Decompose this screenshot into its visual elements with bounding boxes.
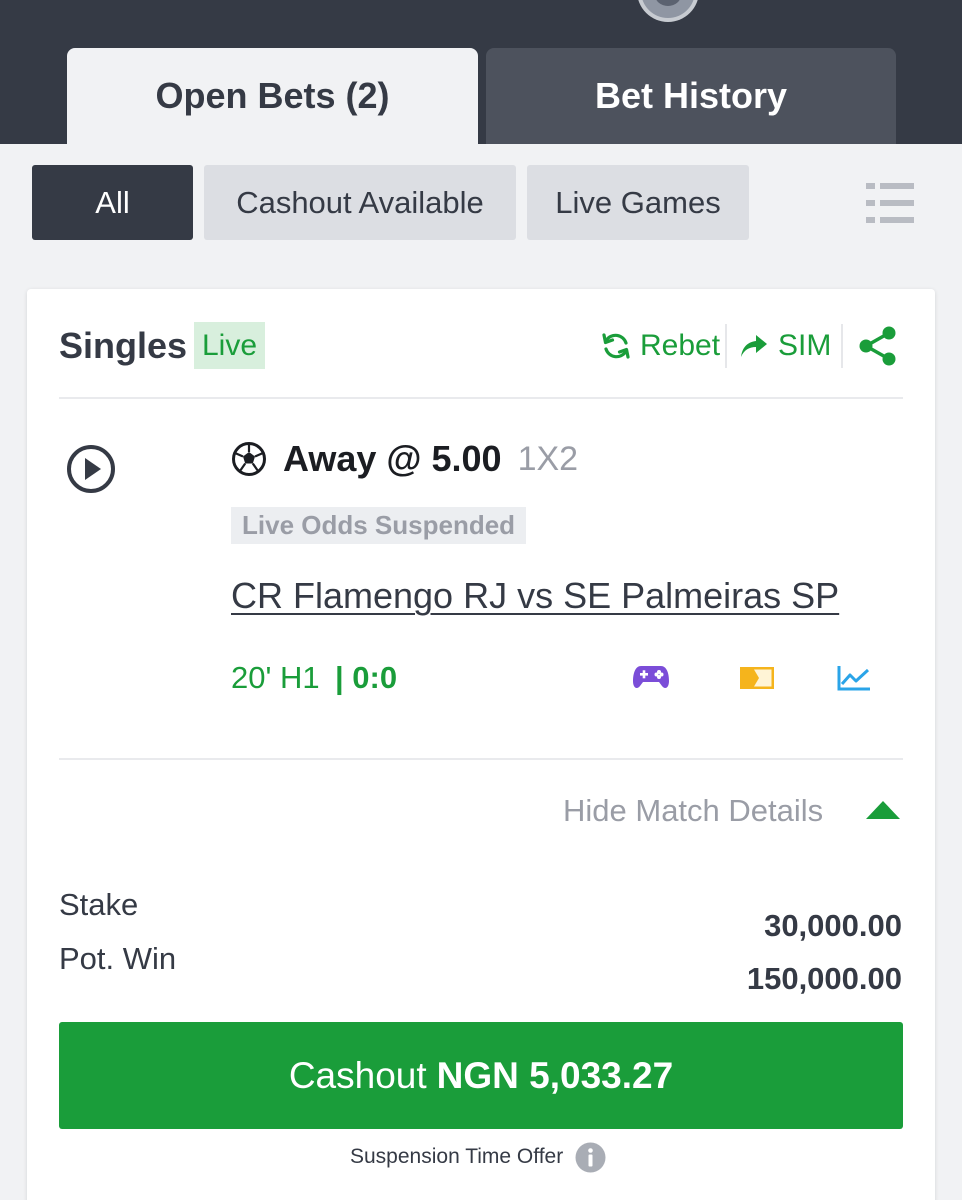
cashout-amount: NGN 5,033.27 — [436, 1054, 674, 1096]
action-divider — [841, 324, 843, 368]
share-icon[interactable] — [856, 324, 900, 368]
potential-win-value: 150,000.00 — [746, 961, 902, 996]
avatar[interactable] — [637, 0, 699, 22]
hide-match-details-button[interactable]: Hide Match Details — [563, 790, 823, 832]
tab-bet-history[interactable]: Bet History — [486, 48, 896, 144]
stats-icon[interactable] — [836, 664, 872, 692]
bet-type-title: Singles — [59, 325, 188, 366]
selection-pick: Away @ 5.00 — [283, 438, 502, 479]
match-time: 20' H1 — [231, 660, 320, 695]
info-icon[interactable] — [575, 1142, 606, 1173]
cashout-label: Cashout — [288, 1054, 427, 1096]
play-icon[interactable] — [66, 444, 116, 494]
potential-win-label: Pot. Win — [59, 941, 177, 976]
sim-label: SIM — [778, 329, 832, 362]
sim-button[interactable]: SIM — [740, 325, 831, 367]
match-score: | 0:0 — [335, 660, 398, 695]
caret-up-icon[interactable] — [865, 800, 901, 820]
divider — [59, 758, 903, 760]
stake-label: Stake — [59, 887, 139, 922]
stake-value: 30,000.00 — [764, 908, 902, 943]
suspension-note: Suspension Time Offer — [350, 1140, 606, 1174]
action-divider — [725, 324, 727, 368]
filter-cashout-available-button[interactable]: Cashout Available — [204, 165, 516, 240]
selection-market: 1X2 — [517, 439, 579, 478]
rebet-label: Rebet — [640, 329, 721, 362]
filter-live-games-button[interactable]: Live Games — [527, 165, 749, 240]
soccer-ball-icon — [232, 442, 266, 476]
filter-all-button[interactable]: All — [32, 165, 193, 240]
share-arrow-icon — [741, 335, 767, 357]
refresh-icon — [602, 333, 630, 359]
odds-status-badge: Live Odds Suspended — [231, 507, 527, 544]
live-badge: Live — [194, 322, 265, 369]
selection-row: Away @ 5.00 1X2 — [231, 437, 578, 481]
rebet-button[interactable]: Rebet — [600, 325, 720, 367]
match-link[interactable]: CR Flamengo RJ vs SE Palmeiras SP — [231, 574, 839, 618]
cashout-button[interactable]: Cashout NGN 5,033.27 — [59, 1022, 903, 1129]
divider — [59, 397, 903, 399]
list-view-icon[interactable] — [866, 181, 914, 225]
gamepad-icon[interactable] — [632, 662, 670, 692]
live-tv-icon[interactable] — [738, 664, 776, 692]
suspension-note-text: Suspension Time Offer — [350, 1145, 564, 1168]
tab-open-bets[interactable]: Open Bets (2) — [67, 48, 478, 144]
brand-logo-fragment — [712, 0, 912, 8]
